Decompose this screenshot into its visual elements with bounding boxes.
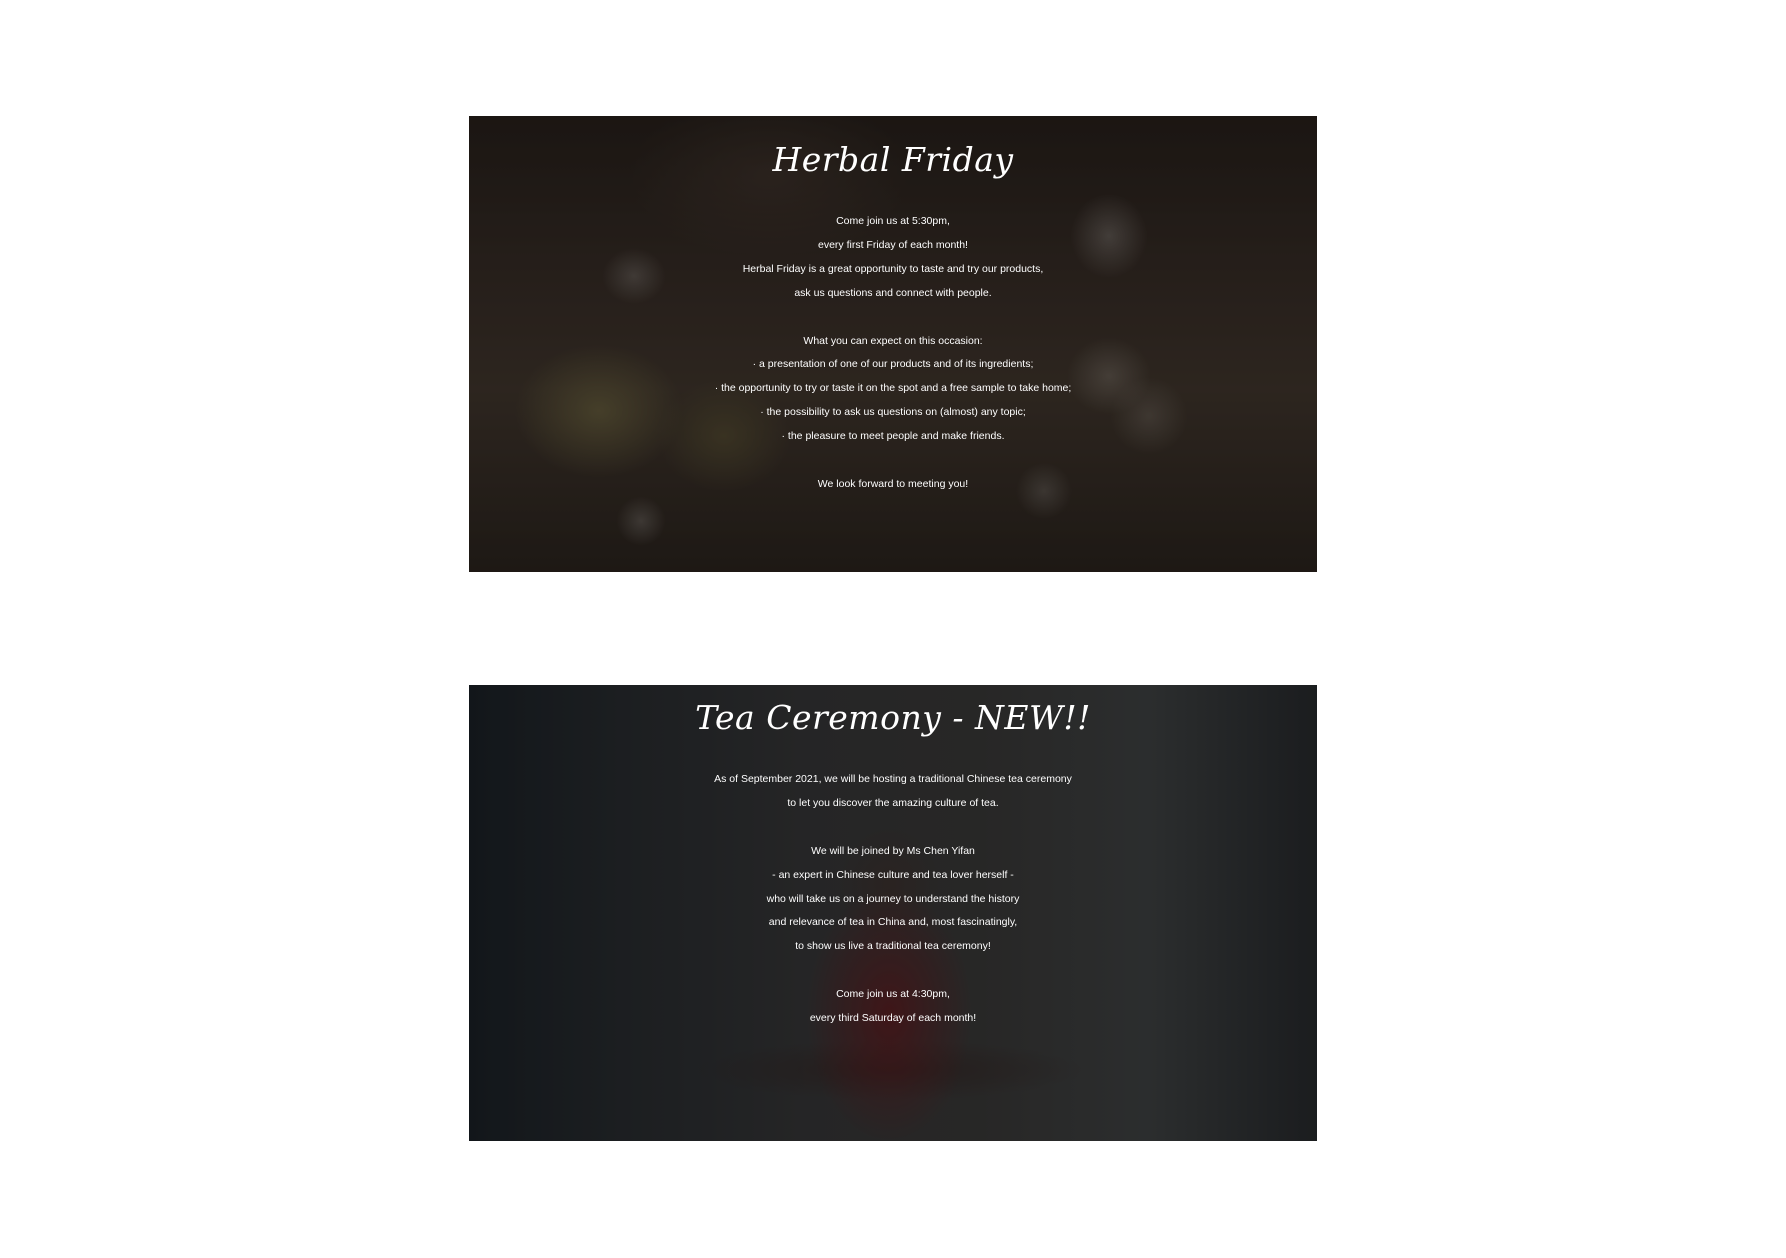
event-content: Herbal Friday Come join us at 5:30pm, ev… bbox=[469, 116, 1317, 497]
description-line: · a presentation of one of our products … bbox=[752, 358, 1034, 371]
description-line: · the opportunity to try or taste it on … bbox=[714, 382, 1072, 395]
description-line: every first Friday of each month! bbox=[818, 238, 968, 251]
description-spacer bbox=[469, 816, 1317, 840]
description-line: · the pleasure to meet people and make f… bbox=[781, 430, 1005, 443]
event-content: Tea Ceremony - NEW!! As of September 202… bbox=[469, 685, 1317, 1031]
description-spacer bbox=[469, 449, 1317, 473]
event-card-tea-ceremony: Tea Ceremony - NEW!! As of September 202… bbox=[469, 685, 1317, 1141]
event-title: Herbal Friday bbox=[772, 140, 1014, 179]
description-line: What you can expect on this occasion: bbox=[803, 334, 983, 347]
description-line: As of September 2021, we will be hosting… bbox=[714, 773, 1072, 785]
description-spacer bbox=[469, 959, 1317, 983]
description-line: Herbal Friday is a great opportunity to … bbox=[742, 262, 1044, 275]
description-line: who will take us on a journey to underst… bbox=[766, 892, 1020, 905]
event-description: Come join us at 5:30pm, every first Frid… bbox=[469, 210, 1317, 497]
event-card-herbal-friday: Herbal Friday Come join us at 5:30pm, ev… bbox=[469, 116, 1317, 572]
description-line: · the possibility to ask us questions on… bbox=[760, 406, 1026, 419]
events-page: Herbal Friday Come join us at 5:30pm, ev… bbox=[0, 0, 1786, 1258]
description-spacer bbox=[469, 306, 1317, 330]
description-line: We look forward to meeting you! bbox=[817, 477, 969, 490]
description-line: Come join us at 4:30pm, bbox=[836, 988, 950, 1001]
description-line: and relevance of tea in China and, most … bbox=[768, 916, 1018, 929]
event-description: As of September 2021, we will be hosting… bbox=[469, 768, 1317, 1031]
description-line: every third Saturday of each month! bbox=[809, 1012, 977, 1025]
description-line: ask us questions and connect with people… bbox=[794, 286, 992, 299]
description-line: We will be joined by Ms Chen Yifan bbox=[811, 844, 975, 857]
event-title: Tea Ceremony - NEW!! bbox=[695, 698, 1091, 737]
description-line: to show us live a traditional tea ceremo… bbox=[795, 940, 991, 953]
description-line: to let you discover the amazing culture … bbox=[787, 796, 999, 809]
description-line: - an expert in Chinese culture and tea l… bbox=[772, 868, 1014, 881]
description-line: Come join us at 5:30pm, bbox=[836, 215, 950, 227]
